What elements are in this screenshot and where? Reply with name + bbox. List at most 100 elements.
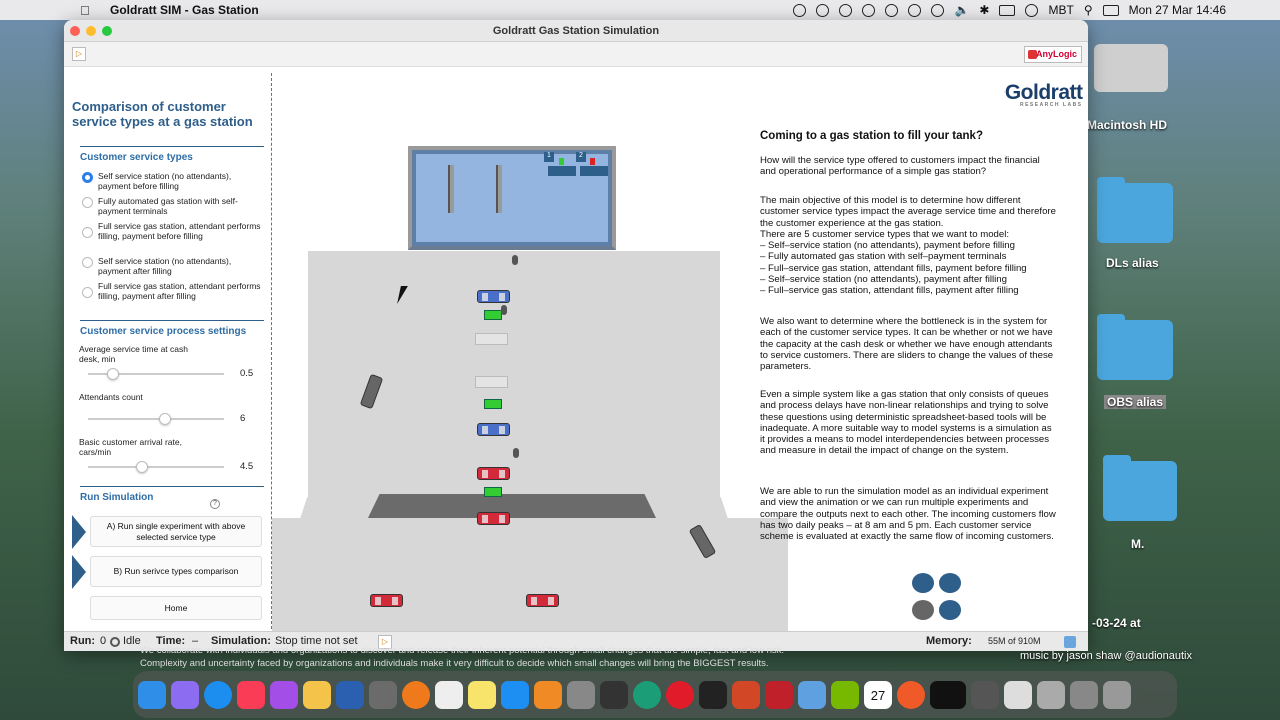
podcasts-icon[interactable] (270, 680, 298, 709)
finder-icon[interactable] (138, 680, 166, 709)
search-icon[interactable]: ⚲ (1084, 3, 1093, 17)
wifi-icon[interactable] (1025, 3, 1039, 17)
opera-icon[interactable] (666, 680, 694, 709)
battery-icon[interactable] (999, 4, 1016, 16)
run-comparison-button[interactable]: B) Run serivce types comparison (90, 556, 262, 587)
wd-icon[interactable] (930, 680, 966, 709)
run-value: 0 (100, 635, 107, 647)
logo-text: Goldratt (1004, 81, 1083, 104)
speech-icon[interactable] (912, 600, 934, 620)
desktop-label-obs[interactable]: OBS alias (1104, 395, 1167, 409)
datetime[interactable]: Mon 27 Mar 14:46 (1129, 3, 1226, 17)
firefox-icon[interactable] (402, 680, 430, 709)
bluetooth-icon[interactable]: ✱ (979, 3, 989, 17)
folder-icon-dls[interactable] (1097, 177, 1173, 243)
radio-service-type-1[interactable]: Self service station (no attendants), pa… (82, 171, 262, 191)
intro-paragraph: How will the service type offered to cus… (760, 155, 1040, 178)
network-icon[interactable] (939, 600, 961, 620)
safari-icon[interactable] (204, 680, 232, 709)
hard-drive-icon[interactable] (1094, 44, 1168, 92)
home-button[interactable]: Home (90, 596, 262, 620)
marquee-line-1: We collaborate with individuals and orga… (140, 645, 785, 656)
control-center-icon[interactable] (1102, 4, 1119, 16)
powerpoint-icon[interactable] (732, 680, 760, 709)
keyboard-layout[interactable]: MBT (1048, 3, 1073, 17)
launchpad-icon[interactable] (171, 680, 199, 709)
content-heading: Coming to a gas station to fill your tan… (760, 130, 983, 142)
shelf (448, 165, 454, 213)
books-icon[interactable] (534, 680, 562, 709)
desktop-label-m[interactable]: M. (1131, 537, 1144, 551)
radio-dot[interactable] (82, 257, 93, 268)
cashier-green (559, 158, 564, 165)
slider-attendants[interactable] (88, 413, 224, 425)
calendar-icon[interactable]: 27 (864, 680, 892, 709)
play-icon[interactable]: ▷ (72, 47, 86, 61)
anylogic-button[interactable]: AnyLogic (1024, 46, 1082, 63)
app-icon[interactable] (897, 680, 925, 709)
minimize-icon[interactable] (86, 26, 96, 36)
app-icon[interactable] (369, 680, 397, 709)
brightness-icon[interactable] (862, 3, 876, 17)
photos-icon[interactable] (303, 680, 331, 709)
status-icon-4[interactable] (885, 3, 899, 17)
folder-icon-obs[interactable] (1097, 314, 1173, 380)
desktop-label-hd[interactable]: Macintosh HD (1087, 118, 1167, 132)
clock-icon[interactable] (931, 3, 945, 17)
status-icon-2[interactable] (816, 3, 830, 17)
system-settings-icon[interactable] (567, 680, 595, 709)
help-icon[interactable]: ? (210, 499, 220, 509)
truck-icon[interactable] (912, 573, 934, 593)
dock: 27 (133, 671, 1177, 718)
app-icon[interactable] (765, 680, 793, 709)
obs-icon[interactable] (600, 680, 628, 709)
zoom-icon[interactable] (102, 26, 112, 36)
file-icon[interactable] (1037, 680, 1065, 709)
desktop-label-screenshot[interactable]: -03-24 at (1092, 616, 1141, 630)
app-icon[interactable] (831, 680, 859, 709)
file-icon[interactable] (1004, 680, 1032, 709)
volume-icon[interactable]: 🔈 (954, 3, 969, 17)
slider-service-time[interactable] (88, 368, 224, 380)
app-store-icon[interactable] (501, 680, 529, 709)
app-name[interactable]: Goldratt SIM - Gas Station (110, 3, 259, 17)
close-icon[interactable] (70, 26, 80, 36)
slider-value-attendants: 6 (240, 413, 246, 424)
radio-dot[interactable] (82, 227, 93, 238)
simulation-canvas: 1 2 GGoldrattRESEARCH LABS Coming to a g… (272, 67, 1088, 631)
desktop-label-dls[interactable]: DLs alias (1106, 256, 1159, 270)
radio-service-type-4[interactable]: Self service station (no attendants), pa… (82, 256, 262, 276)
slider-arrival-rate[interactable] (88, 461, 224, 473)
status-icon-1[interactable] (793, 3, 807, 17)
app-icon[interactable] (971, 680, 999, 709)
anylogic-label: AnyLogic (1035, 49, 1077, 59)
car-red (477, 512, 510, 525)
idle-icon (110, 637, 120, 647)
run-single-button[interactable]: A) Run single experiment with above sele… (90, 516, 262, 547)
slider-thumb[interactable] (136, 461, 149, 473)
folder-icon-m[interactable] (1103, 455, 1177, 521)
trash-dock-icon[interactable] (1103, 680, 1131, 709)
word-icon[interactable] (336, 680, 364, 709)
car-red (370, 594, 403, 607)
radio-service-type-2[interactable]: Fully automated gas station with self-pa… (82, 196, 262, 216)
file-icon[interactable] (1070, 680, 1098, 709)
notes-icon[interactable] (468, 680, 496, 709)
app-icon[interactable] (798, 680, 826, 709)
radio-service-type-5[interactable]: Full service gas station, attendant perf… (82, 281, 262, 301)
textedit-icon[interactable] (435, 680, 463, 709)
radio-dot[interactable] (82, 287, 93, 298)
slider-thumb[interactable] (158, 413, 171, 425)
trash-icon[interactable] (1064, 636, 1076, 648)
status-icon-5[interactable] (908, 3, 922, 17)
radio-dot[interactable] (82, 172, 93, 183)
radio-service-type-3[interactable]: Full service gas station, attendant perf… (82, 221, 262, 241)
activity-monitor-icon[interactable] (699, 680, 727, 709)
status-icon-3[interactable] (839, 3, 853, 17)
edge-icon[interactable] (633, 680, 661, 709)
radio-dot[interactable] (82, 197, 93, 208)
chart-icon[interactable] (939, 573, 961, 593)
apple-icon[interactable]:  (80, 3, 96, 18)
music-icon[interactable] (237, 680, 265, 709)
slider-thumb[interactable] (106, 368, 119, 380)
